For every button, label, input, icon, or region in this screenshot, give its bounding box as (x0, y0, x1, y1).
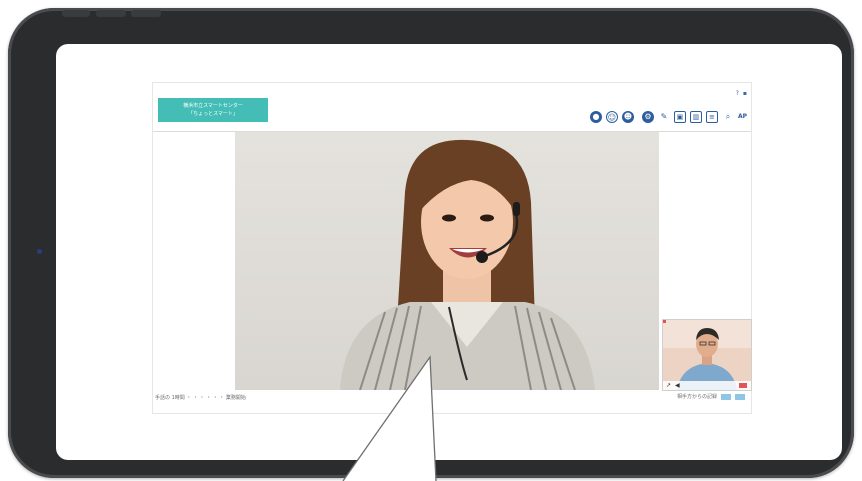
callout-pointer (342, 355, 437, 481)
